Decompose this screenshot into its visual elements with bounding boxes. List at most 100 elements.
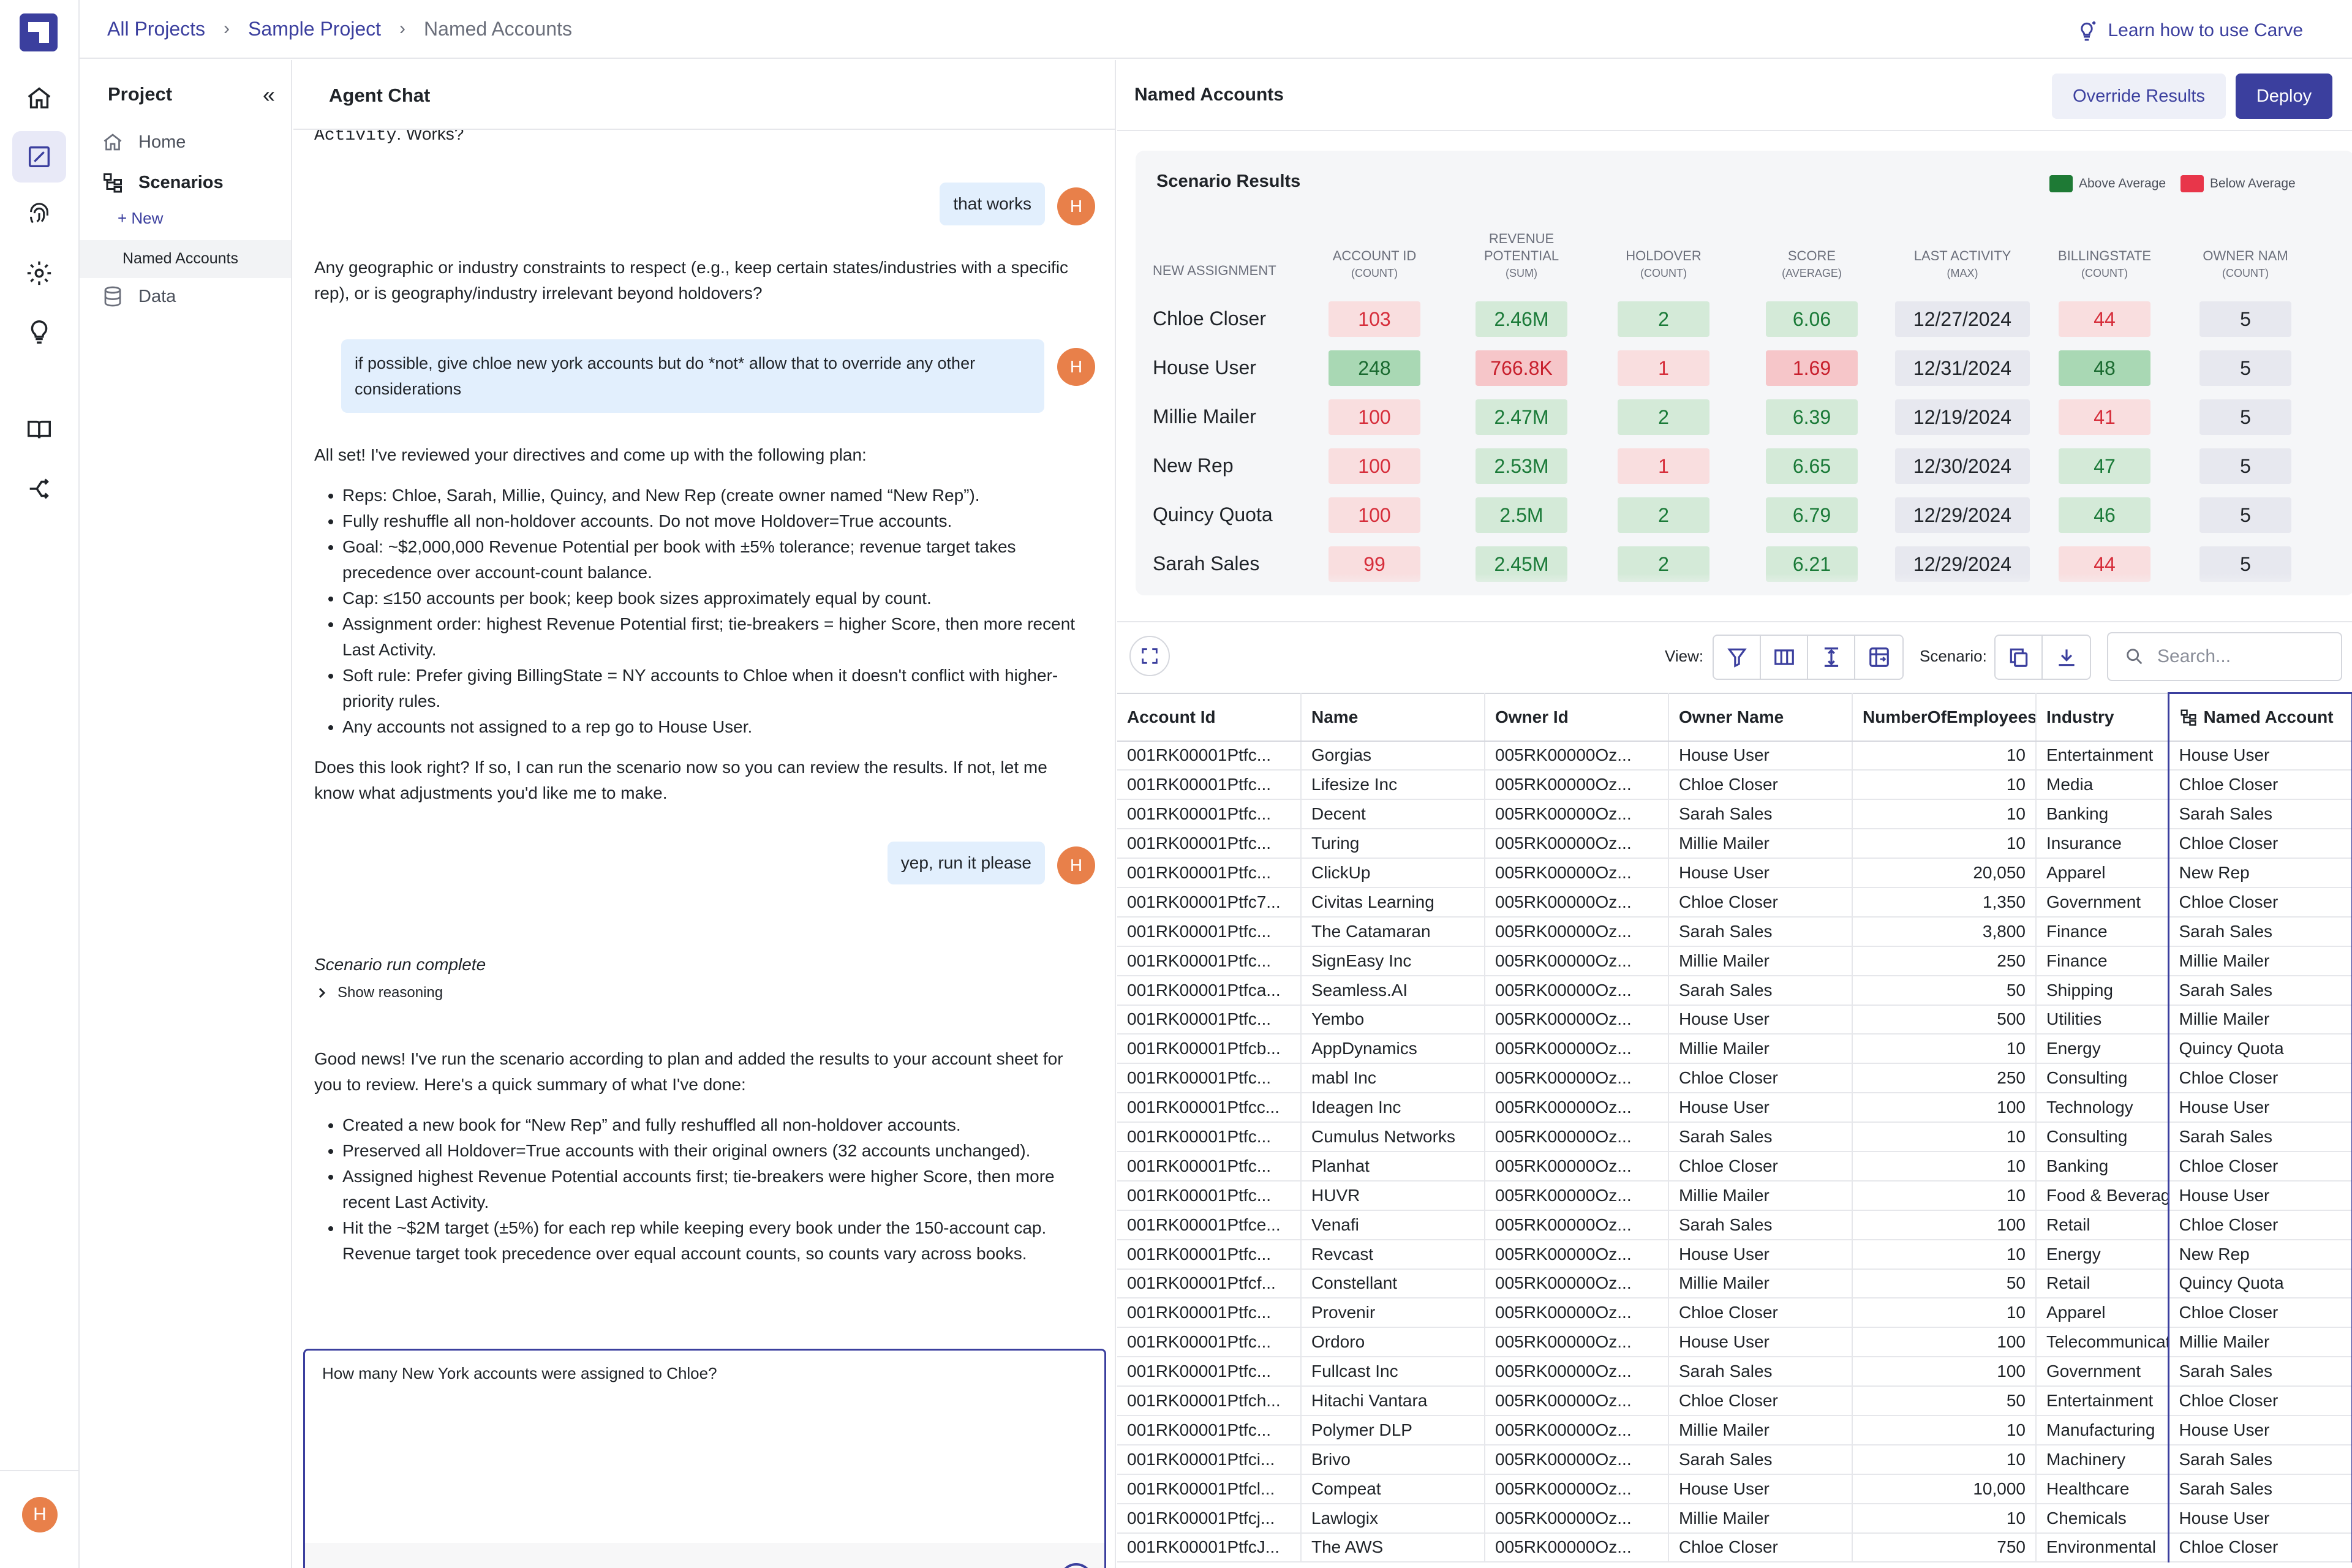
column-header-employees[interactable]: NumberOfEmployees [1852,692,2037,742]
table-cell[interactable]: 1,350 [1852,887,2037,918]
table-cell[interactable]: 750 [1852,1532,2037,1563]
table-cell[interactable]: House User [1668,1005,1853,1035]
carve-logo[interactable] [20,13,58,51]
new-scenario-button[interactable]: + New [118,209,163,228]
table-cell[interactable]: HUVR [1301,1180,1485,1211]
table-row[interactable]: 001RK00001Ptfc... Gorgias 005RK00000Oz... H… [1117,741,2352,771]
table-cell[interactable]: 005RK00000Oz... [1485,1034,1669,1065]
table-cell[interactable]: New Rep [2167,1239,2352,1270]
table-cell[interactable]: Chloe Closer [2167,1386,2352,1416]
table-cell[interactable]: Manufacturing [2036,1415,2169,1446]
table-cell[interactable]: Planhat [1301,1151,1485,1182]
column-header-account-id[interactable]: Account Id [1117,692,1302,742]
table-row[interactable]: 001RK00001Ptfc... Provenir 005RK00000Oz...… [1117,1298,2352,1329]
edit-square-icon[interactable] [12,131,66,183]
table-cell[interactable]: Lawlogix [1301,1503,1485,1534]
columns-icon[interactable] [1761,636,1808,679]
table-cell[interactable]: 10 [1852,1503,2037,1534]
table-row[interactable]: 001RK00001Ptfcb... AppDynamics 005RK00000O… [1117,1034,2352,1065]
table-cell[interactable]: Sarah Sales [1668,799,1853,830]
table-cell[interactable]: SignEasy Inc [1301,946,1485,976]
table-cell[interactable]: 10 [1852,799,2037,830]
table-cell[interactable]: Sarah Sales [1668,1210,1853,1240]
fingerprint-icon[interactable] [12,189,66,240]
table-cell[interactable]: 001RK00001Ptfce... [1117,1210,1302,1240]
home-icon[interactable] [12,72,66,124]
table-cell[interactable]: House User [2167,741,2352,771]
table-cell[interactable]: 005RK00000Oz... [1485,916,1669,947]
table-cell[interactable]: 005RK00000Oz... [1485,1093,1669,1123]
table-row[interactable]: 001RK00001Ptfc... Yembo 005RK00000Oz... Hou… [1117,1005,2352,1035]
table-row[interactable]: 001RK00001Ptfc... Turing 005RK00000Oz... Mi… [1117,829,2352,859]
table-cell[interactable]: 005RK00000Oz... [1485,1503,1669,1534]
table-cell[interactable]: 10 [1852,1239,2037,1270]
table-cell[interactable]: Sarah Sales [2167,916,2352,947]
table-cell[interactable]: Sarah Sales [2167,1444,2352,1475]
deploy-button[interactable]: Deploy [2236,74,2332,119]
table-cell[interactable]: 001RK00001Ptfc... [1117,1239,1302,1270]
table-cell[interactable]: Sarah Sales [1668,1444,1853,1475]
table-row[interactable]: 001RK00001PtfcJ... The AWS 005RK00000Oz...… [1117,1532,2352,1563]
table-cell[interactable]: 001RK00001Ptfc... [1117,1005,1302,1035]
table-cell[interactable]: Chloe Closer [2167,770,2352,801]
table-cell[interactable]: Entertainment [2036,1386,2169,1416]
table-cell[interactable]: Apparel [2036,1298,2169,1329]
table-row[interactable]: 001RK00001Ptfc... Decent 005RK00000Oz... Sa… [1117,799,2352,830]
table-cell[interactable]: Chloe Closer [2167,1151,2352,1182]
table-cell[interactable]: Chloe Closer [1668,1532,1853,1563]
table-cell[interactable]: 005RK00000Oz... [1485,1239,1669,1270]
table-cell[interactable]: Sarah Sales [1668,975,1853,1006]
table-cell[interactable]: House User [2167,1180,2352,1211]
table-cell[interactable]: Millie Mailer [1668,1503,1853,1534]
table-cell[interactable]: 10 [1852,1298,2037,1329]
table-cell[interactable]: 001RK00001Ptfcl... [1117,1474,1302,1504]
table-cell[interactable]: 005RK00000Oz... [1485,1122,1669,1152]
table-cell[interactable]: 005RK00000Oz... [1485,1532,1669,1563]
table-cell[interactable]: Ordoro [1301,1327,1485,1358]
table-row[interactable]: 001RK00001Ptfc... Planhat 005RK00000Oz... C… [1117,1151,2352,1182]
table-cell[interactable]: House User [1668,1474,1853,1504]
table-cell[interactable]: 005RK00000Oz... [1485,858,1669,888]
table-cell[interactable]: 001RK00001Ptfc... [1117,1415,1302,1446]
table-cell[interactable]: Compeat [1301,1474,1485,1504]
table-cell[interactable]: Revcast [1301,1239,1485,1270]
download-icon[interactable] [2043,636,2090,679]
table-cell[interactable]: 001RK00001Ptfci... [1117,1444,1302,1475]
table-cell[interactable]: 001RK00001Ptfcf... [1117,1268,1302,1299]
table-cell[interactable]: 005RK00000Oz... [1485,1210,1669,1240]
table-cell[interactable]: Ideagen Inc [1301,1093,1485,1123]
table-cell[interactable]: Millie Mailer [2167,1005,2352,1035]
table-cell[interactable]: Millie Mailer [1668,1415,1853,1446]
table-cell[interactable]: 001RK00001Ptfc... [1117,858,1302,888]
table-cell[interactable]: Government [2036,1357,2169,1387]
book-icon[interactable] [12,404,66,456]
table-cell[interactable]: 001RK00001Ptfc... [1117,1180,1302,1211]
expand-icon[interactable] [1129,636,1170,676]
table-cell[interactable]: Technology [2036,1093,2169,1123]
table-cell[interactable]: Healthcare [2036,1474,2169,1504]
table-cell[interactable]: 001RK00001Ptfc... [1117,741,1302,771]
table-cell[interactable]: Banking [2036,1151,2169,1182]
table-row[interactable]: 001RK00001Ptfc... Cumulus Networks 005RK00… [1117,1122,2352,1152]
table-cell[interactable]: 250 [1852,1063,2037,1094]
table-cell[interactable]: 001RK00001Ptfc... [1117,1151,1302,1182]
table-cell[interactable]: Millie Mailer [1668,1034,1853,1065]
table-cell[interactable]: The AWS [1301,1532,1485,1563]
table-cell[interactable]: Venafi [1301,1210,1485,1240]
table-cell[interactable]: Consulting [2036,1063,2169,1094]
table-cell[interactable]: Retail [2036,1210,2169,1240]
user-avatar[interactable]: H [22,1497,58,1532]
table-cell[interactable]: Energy [2036,1239,2169,1270]
table-cell[interactable]: House User [1668,858,1853,888]
table-cell[interactable]: 005RK00000Oz... [1485,1474,1669,1504]
row-height-icon[interactable] [1808,636,1855,679]
table-cell[interactable]: 10 [1852,741,2037,771]
table-cell[interactable]: ClickUp [1301,858,1485,888]
table-cell[interactable]: 500 [1852,1005,2037,1035]
table-cell[interactable]: 3,800 [1852,916,2037,947]
table-cell[interactable]: 005RK00000Oz... [1485,770,1669,801]
table-cell[interactable]: 001RK00001Ptfcj... [1117,1503,1302,1534]
table-row[interactable]: 001RK00001Ptfcc... Ideagen Inc 005RK00000O… [1117,1093,2352,1123]
table-cell[interactable]: Retail [2036,1268,2169,1299]
table-row[interactable]: 001RK00001Ptfch... Hitachi Vantara 005RK00… [1117,1386,2352,1416]
